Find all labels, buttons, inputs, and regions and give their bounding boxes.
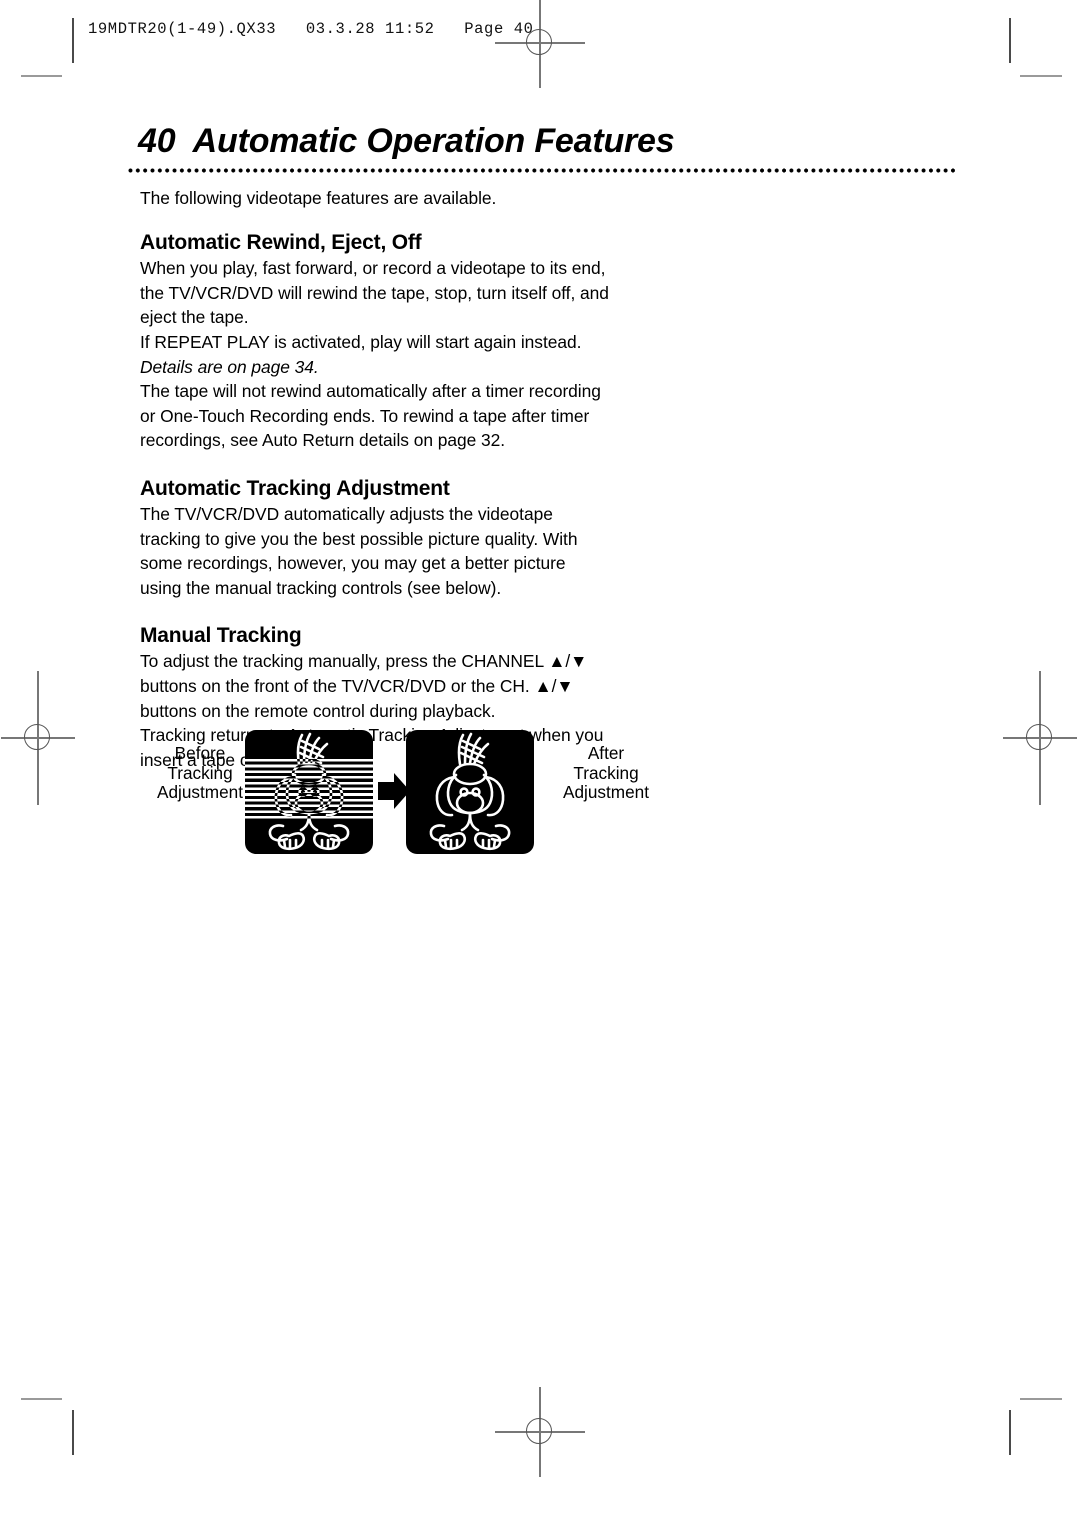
crop-mark-bottom-left-horizontal [21,1398,62,1400]
tracking-comparison-figure: Before Tracking Adjustment After Trackin… [140,730,700,858]
crop-mark-top-right-vertical [1009,18,1011,63]
section-paragraph: The TV/VCR/DVD automatically adjusts the… [140,504,578,598]
crop-mark-top-right-horizontal [1020,75,1062,77]
tv-screen-tracked [406,730,534,854]
registration-mark-bottom [495,1387,585,1477]
section-heading-automatic-rewind: Automatic Rewind, Eject, Off [140,231,422,255]
intro-paragraph: The following videotape features are ava… [140,187,497,208]
registration-mark-top [495,0,585,88]
figure-label-after: After Tracking Adjustment [563,743,649,802]
crop-mark-top-left-horizontal [21,75,62,77]
crop-mark-bottom-right-horizontal [1020,1398,1062,1400]
section-paragraph: If REPEAT PLAY is activated, play will s… [140,332,582,353]
body-column: The following videotape features are ava… [140,186,610,773]
dotted-rule-divider [128,167,956,173]
crop-mark-bottom-left-vertical [72,1410,74,1455]
tv-screen-untracked [245,730,373,854]
prepress-file-slug: 19MDTR20(1-49).QX33 03.3.28 11:52 Page 4… [88,20,534,38]
section-paragraph: The tape will not rewind automatically a… [140,381,601,451]
registration-mark-right [995,671,1080,805]
crop-mark-bottom-right-vertical [1009,1410,1011,1455]
crop-mark-top-left-vertical [72,18,74,63]
registration-mark-left [0,671,83,805]
page-title: 40 Automatic Operation Features [138,122,675,160]
page-content: 40 Automatic Operation Features The foll… [128,122,958,773]
section-paragraph: When you play, fast forward, or record a… [140,258,609,328]
section-note-page-reference: Details are on page 34. [140,356,319,377]
figure-label-before: Before Tracking Adjustment [157,743,243,802]
section-heading-manual-tracking: Manual Tracking [140,624,302,648]
dog-cartoon-icon [429,732,511,851]
section-heading-automatic-tracking: Automatic Tracking Adjustment [140,477,450,501]
tracking-noise-bars [245,759,373,821]
section-paragraph: To adjust the tracking manually, press t… [140,651,588,721]
